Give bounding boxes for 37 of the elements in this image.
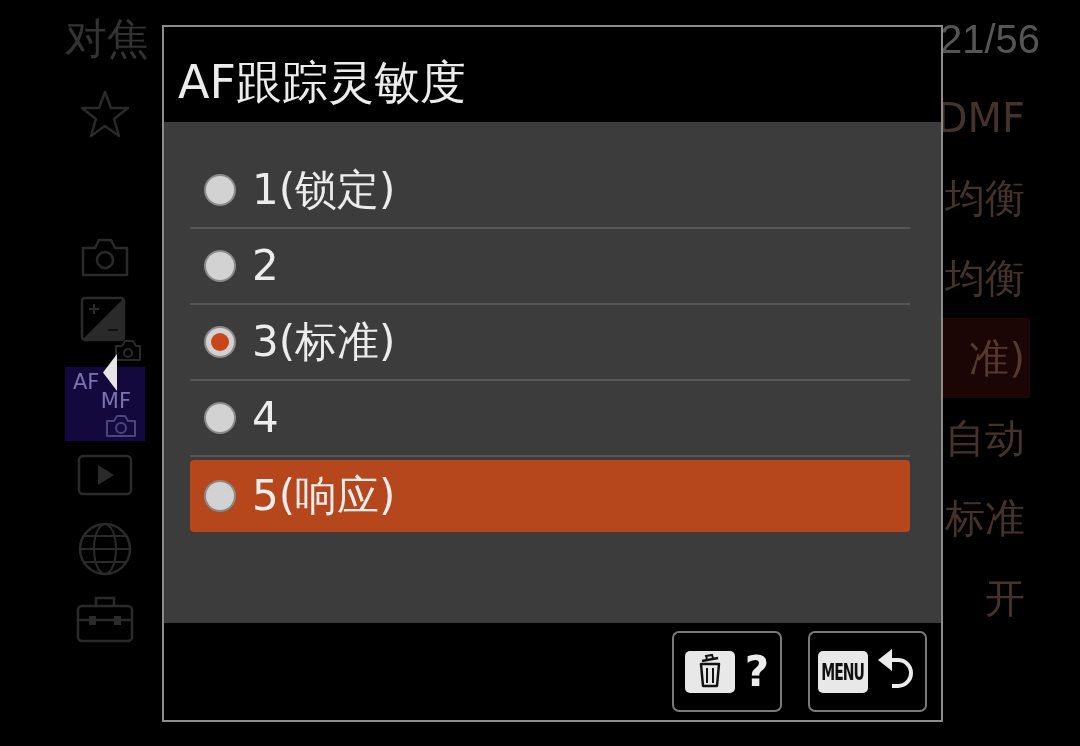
option-row[interactable]: 1(锁定) [190, 153, 910, 229]
setting-value: 准) [969, 338, 1025, 378]
setting-value: 标准 [945, 498, 1025, 538]
focus-mode-label: AF [73, 372, 100, 393]
pointer-icon [103, 354, 117, 391]
radio-button[interactable] [203, 249, 237, 283]
option-label: 4 [252, 397, 279, 439]
option-row[interactable]: 3(标准) [190, 305, 910, 381]
help-button[interactable]: ? [672, 631, 782, 712]
option-label: 3(标准) [252, 321, 396, 363]
setting-value: 开 [985, 578, 1025, 618]
setting-value: 均衡 [945, 178, 1025, 218]
option-row[interactable]: 5(响应) [190, 460, 910, 532]
trash-icon [684, 650, 735, 693]
setting-value: 自动 [945, 418, 1025, 458]
exposure-icon[interactable] [80, 296, 142, 362]
back-button[interactable]: MENU [808, 631, 927, 712]
play-icon[interactable] [77, 454, 133, 496]
option-label: 1(锁定) [252, 169, 396, 211]
radio-button[interactable] [203, 173, 237, 207]
focus-mode-label: MF [100, 391, 131, 412]
page-counter: 21/56 [939, 19, 1040, 59]
option-label: 5(响应) [252, 475, 396, 517]
radio-button[interactable] [203, 401, 237, 435]
globe-icon[interactable] [77, 521, 133, 577]
camera-icon [105, 414, 137, 438]
radio-button[interactable] [203, 479, 237, 513]
star-icon[interactable] [80, 90, 130, 138]
dialog-title: AF跟踪灵敏度 [178, 58, 466, 105]
setting-value: 均衡 [945, 258, 1025, 298]
option-row[interactable]: 4 [190, 381, 910, 457]
option-label: 2 [252, 245, 279, 287]
camera-icon[interactable] [80, 236, 130, 278]
option-row[interactable]: 2 [190, 229, 910, 305]
radio-button[interactable] [203, 325, 237, 359]
toolbox-icon[interactable] [76, 594, 134, 644]
menu-key: MENU [817, 650, 868, 693]
